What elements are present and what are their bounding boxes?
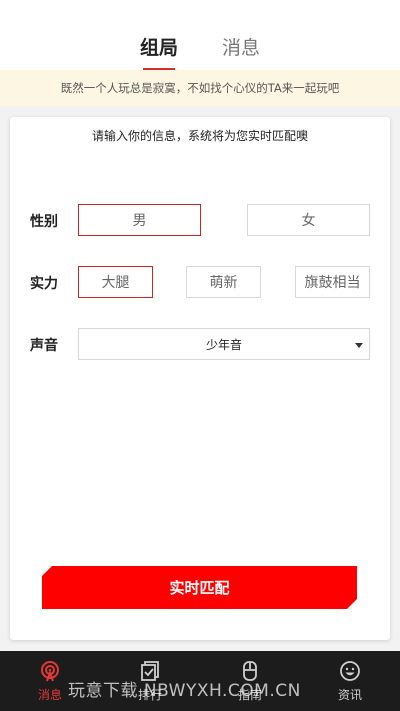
nav-item-news[interactable]: 资讯 — [300, 651, 400, 711]
strength-option-carry[interactable]: 大腿 — [78, 266, 153, 298]
nav-label: 指南 — [237, 687, 262, 702]
nav-item-guide[interactable]: 指南 — [200, 651, 300, 711]
tab-messages[interactable]: 消息 — [222, 33, 260, 70]
smiley-icon — [340, 660, 360, 681]
form-hint: 请输入你的信息，系统将为您实时匹配噢 — [91, 129, 308, 143]
tab-team-up[interactable]: 组局 — [140, 33, 178, 70]
broadcast-icon — [41, 660, 59, 681]
nav-label: 排行 — [137, 687, 162, 702]
top-tab-bar: 组局 消息 — [0, 0, 400, 70]
promo-banner: 既然一个人玩总是寂寞，不如找个心仪的TA来一起玩吧 — [0, 70, 400, 106]
nav-label: 资讯 — [337, 687, 362, 702]
realtime-match-button[interactable]: 实时匹配 — [42, 566, 357, 609]
voice-label: 声音 — [30, 338, 58, 354]
gender-option-male[interactable]: 男 — [78, 204, 201, 236]
gender-label: 性别 — [30, 214, 58, 230]
bottom-nav-bar: 消息 排行 指南 资讯 — [0, 651, 400, 711]
checklist-icon — [141, 660, 159, 681]
gender-option-female[interactable]: 女 — [247, 204, 370, 236]
match-form-card: 请输入你的信息，系统将为您实时匹配噢 性别 男 女 实力 大腿 萌新 旗鼓相当 … — [10, 117, 390, 640]
voice-select-value: 少年音 — [205, 337, 242, 352]
mouse-icon — [243, 660, 257, 681]
caret-down-icon — [355, 343, 363, 348]
banner-text: 既然一个人玩总是寂寞，不如找个心仪的TA来一起玩吧 — [60, 81, 340, 95]
nav-label: 消息 — [37, 687, 62, 702]
nav-item-ranking[interactable]: 排行 — [100, 651, 200, 711]
nav-item-messages[interactable]: 消息 — [0, 651, 100, 711]
strength-option-equal[interactable]: 旗鼓相当 — [295, 266, 370, 298]
strength-label: 实力 — [30, 276, 58, 292]
strength-option-newbie[interactable]: 萌新 — [186, 266, 261, 298]
voice-select[interactable]: 少年音 — [78, 328, 370, 360]
